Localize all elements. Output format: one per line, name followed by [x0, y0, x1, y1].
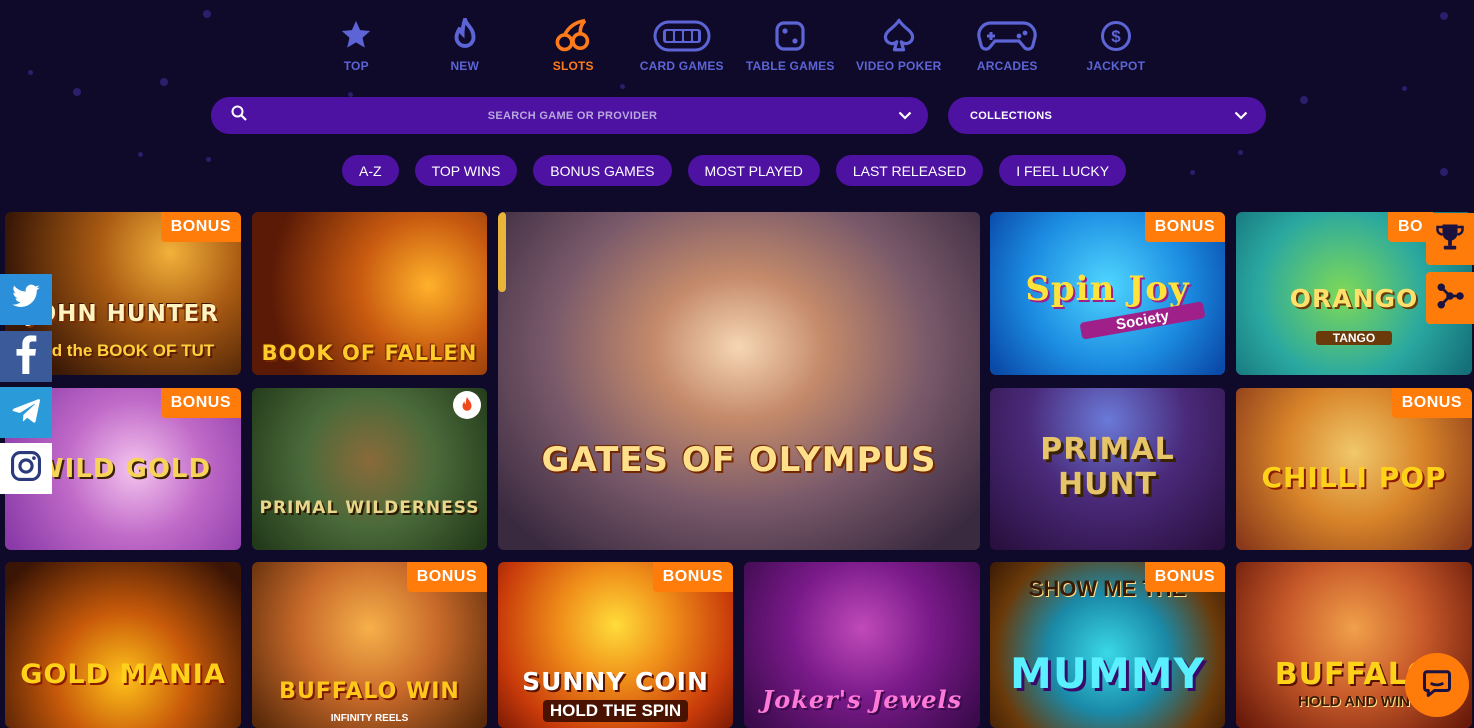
- game-title: PRIMAL HUNT: [1040, 432, 1175, 502]
- game-subtitle: TANGO: [1316, 331, 1392, 345]
- category-label: CARD GAMES: [639, 59, 724, 73]
- filter-chips: A-Z TOP WINS BONUS GAMES MOST PLAYED LAS…: [342, 155, 1127, 186]
- game-subtitle: HOLD THE SPIN: [543, 700, 688, 722]
- game-title: BUFFALO WIN: [279, 679, 460, 704]
- search-bar[interactable]: SEARCH GAME OR PROVIDER: [211, 97, 928, 134]
- spade-icon: [883, 14, 915, 52]
- category-label: ARCADES: [976, 59, 1038, 73]
- game-tile-gates-of-olympus[interactable]: GATES OF OLYMPUS: [498, 212, 980, 550]
- game-title: PRIMAL WILDERNESS: [259, 498, 480, 518]
- category-label: SLOTS: [552, 59, 594, 73]
- category-top[interactable]: TOP: [302, 14, 411, 73]
- twitter-icon: [11, 284, 41, 315]
- bonus-badge: BONUS: [1144, 562, 1225, 592]
- game-tile-show-me-the-mummy[interactable]: SHOW ME THE MUMMY BONUS: [990, 562, 1225, 728]
- tournaments-button[interactable]: [1426, 213, 1474, 265]
- game-tile-chilli-pop[interactable]: CHILLI POP BONUS: [1236, 388, 1472, 550]
- dice-icon: [775, 14, 805, 52]
- category-table-games[interactable]: TABLE GAMES: [736, 14, 845, 73]
- bonus-badge: BONUS: [406, 562, 487, 592]
- category-video-poker[interactable]: VIDEO POKER: [845, 14, 954, 73]
- collections-dropdown[interactable]: COLLECTIONS: [948, 97, 1266, 134]
- game-title: Joker's Jewels: [761, 685, 963, 714]
- category-label: NEW: [450, 59, 480, 73]
- bonus-badge: BONUS: [652, 562, 733, 592]
- category-label: JACKPOT: [1086, 59, 1146, 73]
- facebook-icon: [15, 334, 37, 379]
- game-subtitle: INFINITY REELS: [330, 713, 409, 724]
- game-tile-book-of-fallen[interactable]: BOOK OF FALLEN: [252, 212, 487, 375]
- category-new[interactable]: NEW: [411, 14, 520, 73]
- game-title: SUNNY COIN: [522, 667, 709, 696]
- chevron-down-icon: [1234, 107, 1248, 125]
- category-nav: TOP NEW SLOTS CARD GAMES TABLE GAMES VID…: [302, 14, 1170, 73]
- gamepad-icon: [976, 14, 1038, 52]
- game-title: CHILLI POP: [1261, 461, 1447, 494]
- network-button[interactable]: [1426, 272, 1474, 324]
- svg-text:$: $: [1111, 27, 1121, 46]
- game-tile-spin-joy[interactable]: Spin Joy Society BONUS: [990, 212, 1225, 375]
- game-tile-primal-hunt[interactable]: PRIMAL HUNT: [990, 388, 1225, 550]
- chat-bubble-icon: [1422, 668, 1452, 703]
- bonus-badge: BONUS: [1391, 388, 1472, 418]
- telegram-button[interactable]: [0, 387, 52, 438]
- filter-bonus-games[interactable]: BONUS GAMES: [533, 155, 672, 186]
- twitter-button[interactable]: [0, 274, 52, 325]
- category-jackpot[interactable]: $ JACKPOT: [1062, 14, 1171, 73]
- filter-a-z[interactable]: A-Z: [342, 155, 399, 186]
- cherries-icon: [555, 14, 591, 52]
- search-input[interactable]: SEARCH GAME OR PROVIDER: [247, 110, 898, 122]
- filter-i-feel-lucky[interactable]: I FEEL LUCKY: [999, 155, 1127, 186]
- category-arcades[interactable]: ARCADES: [953, 14, 1062, 73]
- bonus-badge: BONUS: [1144, 212, 1225, 242]
- game-title: GATES OF OLYMPUS: [541, 440, 937, 480]
- filter-top-wins[interactable]: TOP WINS: [414, 155, 518, 186]
- search-icon: [231, 105, 247, 126]
- trophy-icon: [1434, 222, 1466, 257]
- collections-label: COLLECTIONS: [970, 109, 1053, 122]
- facebook-button[interactable]: [0, 331, 52, 382]
- category-label: TABLE GAMES: [745, 59, 835, 73]
- network-nodes-icon: [1434, 281, 1466, 316]
- instagram-icon: [9, 449, 43, 488]
- star-icon: [339, 14, 373, 52]
- category-card-games[interactable]: CARD GAMES: [628, 14, 737, 73]
- card-table-icon: [653, 14, 711, 52]
- filter-last-released[interactable]: LAST RELEASED: [835, 155, 984, 186]
- game-tile-gold-mania[interactable]: GOLD MANIA: [5, 562, 241, 728]
- bonus-badge: BONUS: [160, 388, 241, 418]
- category-slots[interactable]: SLOTS: [519, 14, 628, 73]
- filter-most-played[interactable]: MOST PLAYED: [687, 155, 820, 186]
- chevron-down-icon[interactable]: [898, 107, 912, 125]
- game-tile-sunny-coin[interactable]: SUNNY COIN HOLD THE SPIN BONUS: [498, 562, 733, 728]
- game-tile-buffalo-win[interactable]: BUFFALO WIN INFINITY REELS BONUS: [252, 562, 487, 728]
- game-title: GOLD MANIA: [20, 659, 226, 690]
- dollar-coin-icon: $: [1100, 14, 1132, 52]
- flame-icon: [450, 14, 480, 52]
- bonus-badge: BONUS: [160, 212, 241, 242]
- telegram-icon: [11, 397, 41, 428]
- game-tile-primal-wilderness[interactable]: PRIMAL WILDERNESS: [252, 388, 487, 550]
- hot-flame-icon: [453, 391, 481, 419]
- game-title: MUMMY: [1010, 649, 1205, 698]
- category-label: VIDEO POKER: [855, 59, 942, 73]
- game-tile-jokers-jewels[interactable]: Joker's Jewels: [744, 562, 980, 728]
- game-title: BOOK OF FALLEN: [261, 341, 478, 365]
- live-chat-button[interactable]: [1405, 653, 1469, 717]
- category-label: TOP: [343, 59, 369, 73]
- instagram-button[interactable]: [0, 443, 52, 494]
